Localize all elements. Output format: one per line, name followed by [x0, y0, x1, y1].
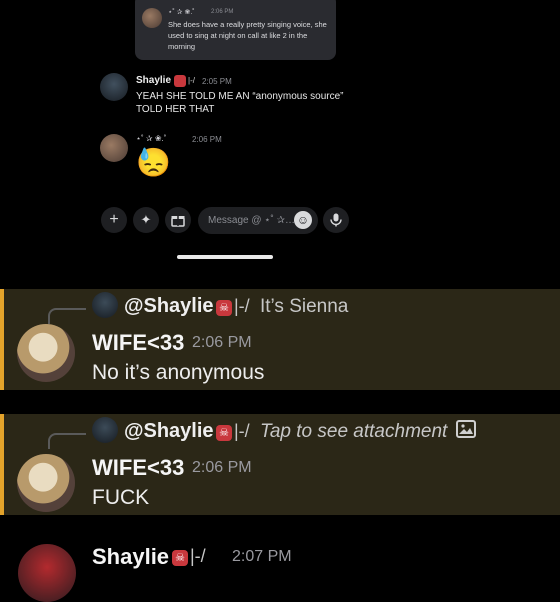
- reply-author[interactable]: @Shaylie: [124, 420, 214, 443]
- mention-highlight-bar: [0, 414, 4, 515]
- avatar[interactable]: [17, 324, 75, 382]
- message-text: FUCK: [92, 486, 150, 509]
- avatar: [92, 417, 118, 443]
- image-icon: [456, 420, 476, 438]
- avatar[interactable]: [18, 544, 76, 602]
- message-time: 2:05 PM: [202, 77, 232, 86]
- message-author[interactable]: Shaylie: [92, 544, 169, 570]
- mention-highlight-bar: [0, 289, 4, 390]
- role-tag: ☠ |-/: [172, 546, 206, 567]
- avatar[interactable]: [100, 73, 128, 101]
- highlighted-message[interactable]: @Shaylie ☠ |-/ Tap to see attachment WIFE…: [0, 414, 560, 515]
- skull-icon: ☠: [216, 424, 232, 441]
- message-text-line: TOLD HER THAT: [136, 104, 215, 115]
- message-author[interactable]: WIFE<33: [92, 330, 184, 356]
- avatar[interactable]: [100, 134, 128, 162]
- message-author[interactable]: WIFE<33: [92, 455, 184, 481]
- quoted-message-card[interactable]: ⋆˚ ✰ ❀.˚ 2:06 PM She does have a really …: [135, 0, 336, 60]
- emoji-icon[interactable]: ☺: [294, 211, 312, 229]
- highlighted-message[interactable]: @Shaylie ☠ |-/ It’s Sienna WIFE<33 2:06 P…: [0, 289, 560, 390]
- reply-connector: [48, 308, 86, 324]
- role-tag-text: |-/: [234, 421, 250, 441]
- apps-icon[interactable]: ✦: [133, 207, 159, 233]
- message-time: 2:06 PM: [192, 135, 222, 144]
- gift-icon[interactable]: [165, 207, 191, 233]
- plus-icon[interactable]: +: [101, 207, 127, 233]
- avatar[interactable]: [142, 8, 162, 28]
- role-tag: ☠ |-/: [216, 421, 250, 442]
- message-author[interactable]: Shaylie: [136, 75, 171, 86]
- emoji-message: 😓: [136, 147, 171, 178]
- avatar[interactable]: [17, 454, 75, 512]
- message-time: 2:06 PM: [192, 334, 252, 351]
- avatar: [92, 292, 118, 318]
- role-tag-text: |-/: [190, 546, 206, 566]
- reply-preview[interactable]: It’s Sienna: [260, 296, 348, 318]
- message-author[interactable]: ⋆˚ ✰ ❀.˚: [136, 134, 166, 143]
- message-time: 2:07 PM: [232, 548, 292, 565]
- reply-connector: [48, 433, 86, 449]
- embed-text: She does have a really pretty singing vo…: [168, 20, 327, 51]
- embed-author: ⋆˚ ✰ ❀.˚: [168, 9, 195, 16]
- role-tag-text: |-/: [234, 296, 250, 316]
- mic-icon[interactable]: [323, 207, 349, 233]
- message-text: No it’s anonymous: [92, 361, 265, 384]
- home-indicator[interactable]: [177, 255, 273, 259]
- message-text-line: YEAH SHE TOLD ME AN “anonymous source”: [136, 91, 344, 102]
- role-tag: |-/: [188, 76, 195, 85]
- reply-author[interactable]: @Shaylie: [124, 295, 214, 318]
- message-input-placeholder: Message @ ⋆˚ ✰…: [208, 215, 296, 226]
- skull-icon: ☠: [216, 299, 232, 316]
- role-tag: ☠ |-/: [216, 296, 250, 317]
- embed-time: 2:06 PM: [211, 9, 234, 15]
- skull-icon: ☠: [172, 549, 188, 566]
- skull-icon: [174, 75, 186, 87]
- message-time: 2:06 PM: [192, 459, 252, 476]
- reply-preview[interactable]: Tap to see attachment: [260, 421, 447, 443]
